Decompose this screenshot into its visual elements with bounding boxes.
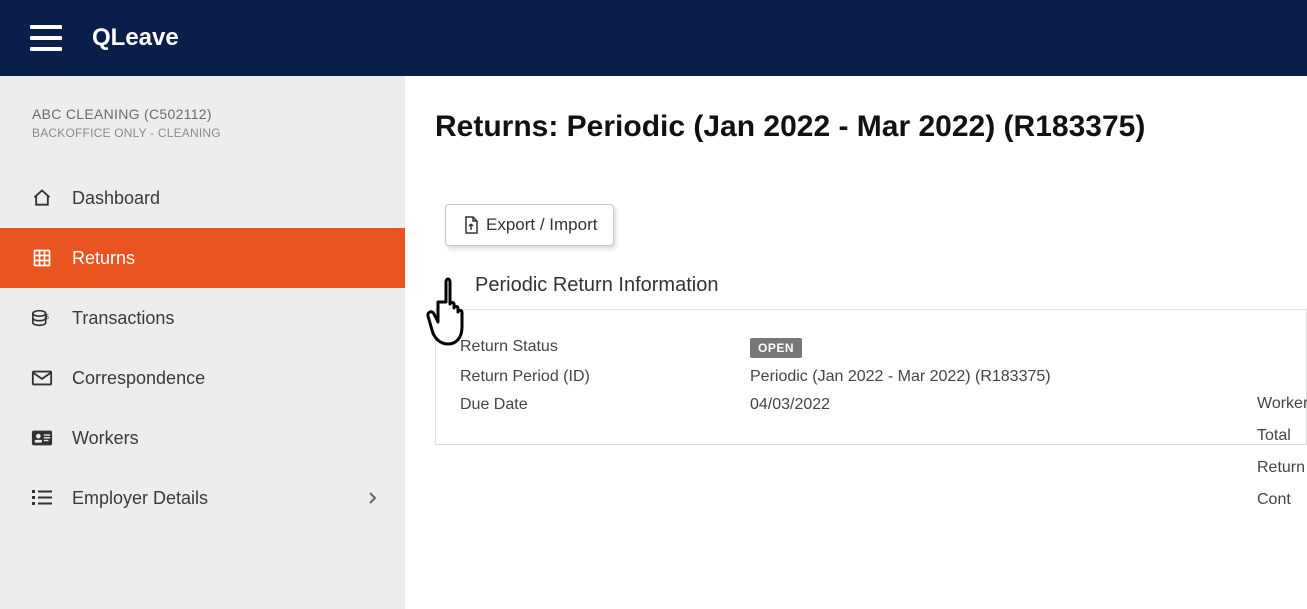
- grid-icon: [28, 246, 56, 270]
- main-content: Returns: Periodic (Jan 2022 - Mar 2022) …: [405, 76, 1307, 609]
- section-header: Periodic Return Information: [435, 274, 1307, 310]
- brand-title: QLeave: [92, 24, 179, 52]
- mail-icon: [28, 366, 56, 390]
- due-date-value: 04/03/2022: [750, 396, 1282, 414]
- right-label: Cont: [1257, 491, 1307, 509]
- org-subtitle: BACKOFFICE ONLY - CLEANING: [32, 126, 373, 140]
- sidebar-item-label: Correspondence: [72, 368, 205, 389]
- sidebar-item-correspondence[interactable]: Correspondence: [0, 348, 405, 408]
- sidebar-item-label: Transactions: [72, 308, 174, 329]
- sidebar-item-workers[interactable]: Workers: [0, 408, 405, 468]
- svg-text:$: $: [45, 312, 49, 321]
- right-label: Total: [1257, 427, 1307, 445]
- status-badge: OPEN: [750, 338, 802, 358]
- right-label: Return: [1257, 459, 1307, 477]
- return-period-label: Return Period (ID): [460, 368, 750, 386]
- home-icon: [28, 186, 56, 210]
- due-date-label: Due Date: [460, 396, 750, 414]
- sidebar: ABC CLEANING (C502112) BACKOFFICE ONLY -…: [0, 76, 405, 609]
- sidebar-item-label: Dashboard: [72, 188, 160, 209]
- org-name: ABC CLEANING (C502112): [32, 106, 373, 122]
- export-import-label: Export / Import: [486, 215, 597, 235]
- return-status-value: OPEN: [750, 338, 1282, 358]
- export-import-button[interactable]: Export / Import: [445, 204, 614, 246]
- sidebar-item-dashboard[interactable]: Dashboard: [0, 168, 405, 228]
- sidebar-nav: Dashboard Returns $ Transactions Corresp…: [0, 168, 405, 528]
- list-icon: [28, 486, 56, 510]
- sidebar-item-label: Workers: [72, 428, 139, 449]
- chevron-right-icon: [367, 491, 377, 505]
- topbar: QLeave: [0, 0, 1307, 76]
- coins-icon: $: [28, 306, 56, 330]
- return-info-card: Return Status OPEN Return Period (ID) Pe…: [435, 310, 1307, 445]
- right-label: Workers: [1257, 395, 1307, 413]
- sidebar-item-employer-details[interactable]: Employer Details: [0, 468, 405, 528]
- file-upload-icon: [462, 216, 480, 234]
- section-title: Periodic Return Information: [435, 274, 1307, 297]
- sidebar-item-label: Returns: [72, 248, 135, 269]
- sidebar-item-returns[interactable]: Returns: [0, 228, 405, 288]
- org-block: ABC CLEANING (C502112) BACKOFFICE ONLY -…: [0, 106, 405, 168]
- menu-icon[interactable]: [30, 25, 62, 51]
- sidebar-item-label: Employer Details: [72, 488, 208, 509]
- return-period-value: Periodic (Jan 2022 - Mar 2022) (R183375): [750, 368, 1282, 386]
- sidebar-item-transactions[interactable]: $ Transactions: [0, 288, 405, 348]
- return-status-label: Return Status: [460, 338, 750, 358]
- page-title: Returns: Periodic (Jan 2022 - Mar 2022) …: [435, 110, 1307, 144]
- id-card-icon: [28, 426, 56, 450]
- right-column-labels: Workers Total Return Cont: [1257, 395, 1307, 523]
